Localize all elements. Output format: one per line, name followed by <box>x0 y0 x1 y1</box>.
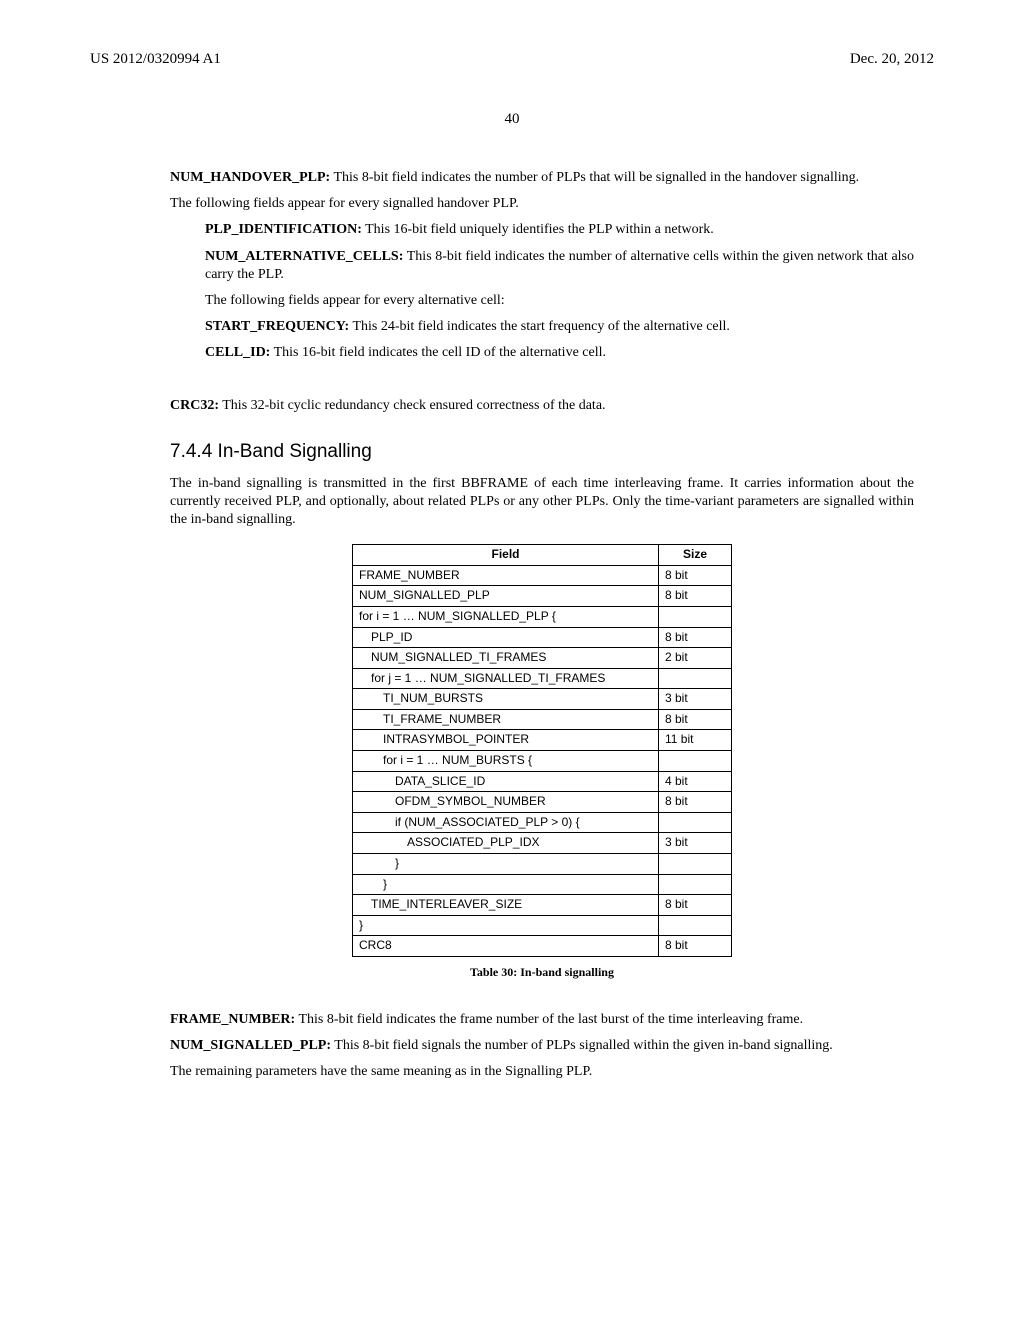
cell-size: 8 bit <box>659 792 732 813</box>
table-row: PLP_ID8 bit <box>353 627 732 648</box>
cell-size <box>659 854 732 875</box>
cell-field: for j = 1 … NUM_SIGNALLED_TI_FRAMES <box>353 668 659 689</box>
doc-number: US 2012/0320994 A1 <box>90 50 221 70</box>
para-remaining: The remaining parameters have the same m… <box>170 1063 914 1081</box>
table-row: INTRASYMBOL_POINTER11 bit <box>353 730 732 751</box>
cell-size <box>659 668 732 689</box>
def-crc32: CRC32: This 32-bit cyclic redundancy che… <box>170 397 914 415</box>
field-name: CELL_ID: <box>205 345 270 360</box>
table-row: TI_NUM_BURSTS3 bit <box>353 689 732 710</box>
inband-table: Field Size FRAME_NUMBER8 bitNUM_SIGNALLE… <box>352 544 732 957</box>
field-name: PLP_IDENTIFICATION: <box>205 222 362 237</box>
field-text: This 24-bit field indicates the start fr… <box>349 319 730 334</box>
table-row: for j = 1 … NUM_SIGNALLED_TI_FRAMES <box>353 668 732 689</box>
cell-field: for i = 1 … NUM_SIGNALLED_PLP { <box>353 606 659 627</box>
section-intro: The in-band signalling is transmitted in… <box>170 475 914 530</box>
cell-field: NUM_SIGNALLED_TI_FRAMES <box>353 648 659 669</box>
field-name: NUM_ALTERNATIVE_CELLS: <box>205 249 403 264</box>
table-row: DATA_SLICE_ID4 bit <box>353 771 732 792</box>
table-row: } <box>353 854 732 875</box>
section-heading: 7.4.4 In-Band Signalling <box>170 440 914 465</box>
cell-size: 3 bit <box>659 689 732 710</box>
cell-size <box>659 751 732 772</box>
field-text: This 16-bit field indicates the cell ID … <box>270 345 606 360</box>
def-num-signalled-plp: NUM_SIGNALLED_PLP: This 8-bit field sign… <box>170 1037 914 1055</box>
field-name: CRC32: <box>170 398 219 413</box>
cell-size: 8 bit <box>659 586 732 607</box>
page-number: 40 <box>90 110 934 130</box>
table-wrap: Field Size FRAME_NUMBER8 bitNUM_SIGNALLE… <box>352 544 732 957</box>
cell-field: } <box>353 915 659 936</box>
field-name: FRAME_NUMBER: <box>170 1012 295 1027</box>
cell-size: 2 bit <box>659 648 732 669</box>
table-row: OFDM_SYMBOL_NUMBER8 bit <box>353 792 732 813</box>
table-caption: Table 30: In-band signalling <box>170 965 914 981</box>
cell-size: 11 bit <box>659 730 732 751</box>
cell-size: 8 bit <box>659 895 732 916</box>
doc-date: Dec. 20, 2012 <box>850 50 934 70</box>
table-row: ASSOCIATED_PLP_IDX3 bit <box>353 833 732 854</box>
def-cell-id: CELL_ID: This 16-bit field indicates the… <box>205 344 914 362</box>
table-row: TIME_INTERLEAVER_SIZE8 bit <box>353 895 732 916</box>
field-text: This 16-bit field uniquely identifies th… <box>362 222 714 237</box>
cell-field: DATA_SLICE_ID <box>353 771 659 792</box>
cell-field: ASSOCIATED_PLP_IDX <box>353 833 659 854</box>
table-row: NUM_SIGNALLED_TI_FRAMES2 bit <box>353 648 732 669</box>
cell-field: TIME_INTERLEAVER_SIZE <box>353 895 659 916</box>
cell-size: 8 bit <box>659 709 732 730</box>
table-row: FRAME_NUMBER8 bit <box>353 565 732 586</box>
table-header-row: Field Size <box>353 545 732 566</box>
table-row: } <box>353 874 732 895</box>
def-num-alternative-cells: NUM_ALTERNATIVE_CELLS: This 8-bit field … <box>205 248 914 284</box>
table-row: } <box>353 915 732 936</box>
cell-field: INTRASYMBOL_POINTER <box>353 730 659 751</box>
cell-field: TI_FRAME_NUMBER <box>353 709 659 730</box>
cell-field: PLP_ID <box>353 627 659 648</box>
section-number: 7.4.4 <box>170 441 212 462</box>
cell-field: if (NUM_ASSOCIATED_PLP > 0) { <box>353 812 659 833</box>
cell-field: } <box>353 854 659 875</box>
table-row: for i = 1 … NUM_SIGNALLED_PLP { <box>353 606 732 627</box>
field-name: NUM_SIGNALLED_PLP: <box>170 1038 331 1053</box>
cell-field: FRAME_NUMBER <box>353 565 659 586</box>
table-row: for i = 1 … NUM_BURSTS { <box>353 751 732 772</box>
para-handover: The following fields appear for every si… <box>170 195 914 213</box>
cell-field: OFDM_SYMBOL_NUMBER <box>353 792 659 813</box>
cell-size <box>659 606 732 627</box>
page-header: US 2012/0320994 A1 Dec. 20, 2012 <box>90 50 934 70</box>
def-num-handover-plp: NUM_HANDOVER_PLP: This 8-bit field indic… <box>170 169 914 187</box>
cell-size: 8 bit <box>659 936 732 957</box>
field-text: This 32-bit cyclic redundancy check ensu… <box>219 398 606 413</box>
cell-size: 8 bit <box>659 627 732 648</box>
cell-field: CRC8 <box>353 936 659 957</box>
field-name: NUM_HANDOVER_PLP: <box>170 170 330 185</box>
para-altcell: The following fields appear for every al… <box>205 292 914 310</box>
table-row: TI_FRAME_NUMBER8 bit <box>353 709 732 730</box>
field-text: This 8-bit field signals the number of P… <box>331 1038 833 1053</box>
field-text: This 8-bit field indicates the number of… <box>330 170 859 185</box>
col-size: Size <box>659 545 732 566</box>
table-row: if (NUM_ASSOCIATED_PLP > 0) { <box>353 812 732 833</box>
section-title: In-Band Signalling <box>218 441 372 462</box>
field-name: START_FREQUENCY: <box>205 319 349 334</box>
cell-field: NUM_SIGNALLED_PLP <box>353 586 659 607</box>
cell-size: 4 bit <box>659 771 732 792</box>
cell-size: 3 bit <box>659 833 732 854</box>
def-start-frequency: START_FREQUENCY: This 24-bit field indic… <box>205 318 914 336</box>
def-plp-identification: PLP_IDENTIFICATION: This 16-bit field un… <box>205 221 914 239</box>
def-frame-number: FRAME_NUMBER: This 8-bit field indicates… <box>170 1011 914 1029</box>
cell-size <box>659 812 732 833</box>
table-row: NUM_SIGNALLED_PLP8 bit <box>353 586 732 607</box>
cell-field: } <box>353 874 659 895</box>
content-block: NUM_HANDOVER_PLP: This 8-bit field indic… <box>170 169 914 1081</box>
cell-field: TI_NUM_BURSTS <box>353 689 659 710</box>
field-text: This 8-bit field indicates the frame num… <box>295 1012 803 1027</box>
cell-size: 8 bit <box>659 565 732 586</box>
col-field: Field <box>353 545 659 566</box>
cell-size <box>659 915 732 936</box>
table-row: CRC88 bit <box>353 936 732 957</box>
cell-field: for i = 1 … NUM_BURSTS { <box>353 751 659 772</box>
cell-size <box>659 874 732 895</box>
